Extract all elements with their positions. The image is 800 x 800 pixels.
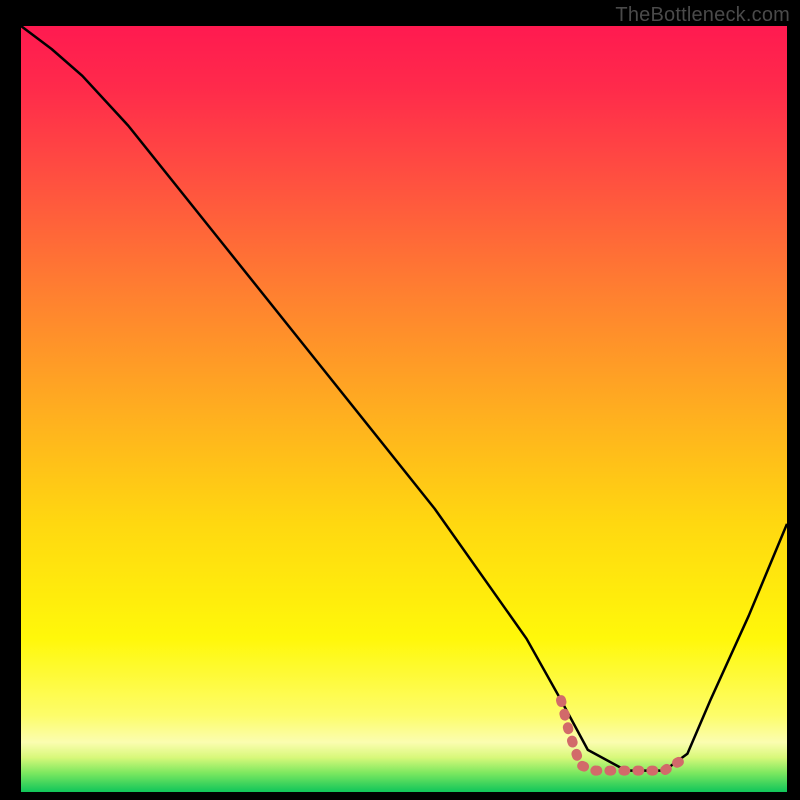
chart-svg bbox=[0, 0, 800, 800]
chart-stage: TheBottleneck.com bbox=[0, 0, 800, 800]
watermark-text: TheBottleneck.com bbox=[615, 4, 790, 27]
plot-background bbox=[21, 26, 787, 792]
